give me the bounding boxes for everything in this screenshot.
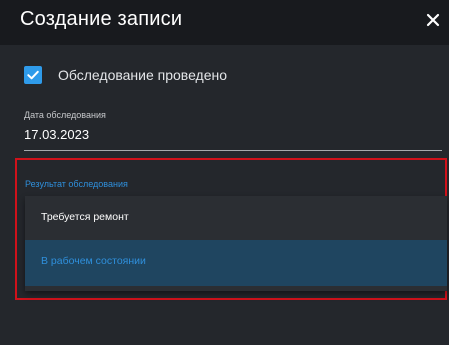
create-record-dialog: Создание записи Обследование проведено Д… — [0, 0, 449, 345]
checkmark-icon — [27, 70, 39, 80]
inspection-done-label: Обследование проведено — [58, 67, 228, 83]
inspection-date-field[interactable]: Дата обследования 17.03.2023 — [24, 110, 442, 151]
option-working-condition-label: В рабочем состоянии — [41, 255, 146, 267]
inspection-result-label: Результат обследования — [25, 179, 128, 189]
inspection-done-checkbox-row[interactable]: Обследование проведено — [24, 65, 227, 85]
inspection-date-value[interactable]: 17.03.2023 — [24, 127, 89, 142]
dialog-header: Создание записи — [0, 0, 449, 45]
inspection-date-label: Дата обследования — [24, 110, 106, 120]
dialog-title: Создание записи — [20, 8, 183, 30]
option-needs-repair[interactable]: Требуется ремонт — [25, 196, 447, 242]
option-working-condition[interactable]: В рабочем состоянии — [25, 240, 447, 286]
inspection-result-select[interactable]: Результат обследования Требуется ремонт … — [15, 158, 447, 300]
close-icon[interactable] — [424, 11, 442, 29]
option-needs-repair-label: Требуется ремонт — [41, 211, 129, 223]
inspection-result-options: Требуется ремонт В рабочем состоянии — [25, 196, 447, 291]
inspection-done-checkbox[interactable] — [24, 66, 42, 84]
